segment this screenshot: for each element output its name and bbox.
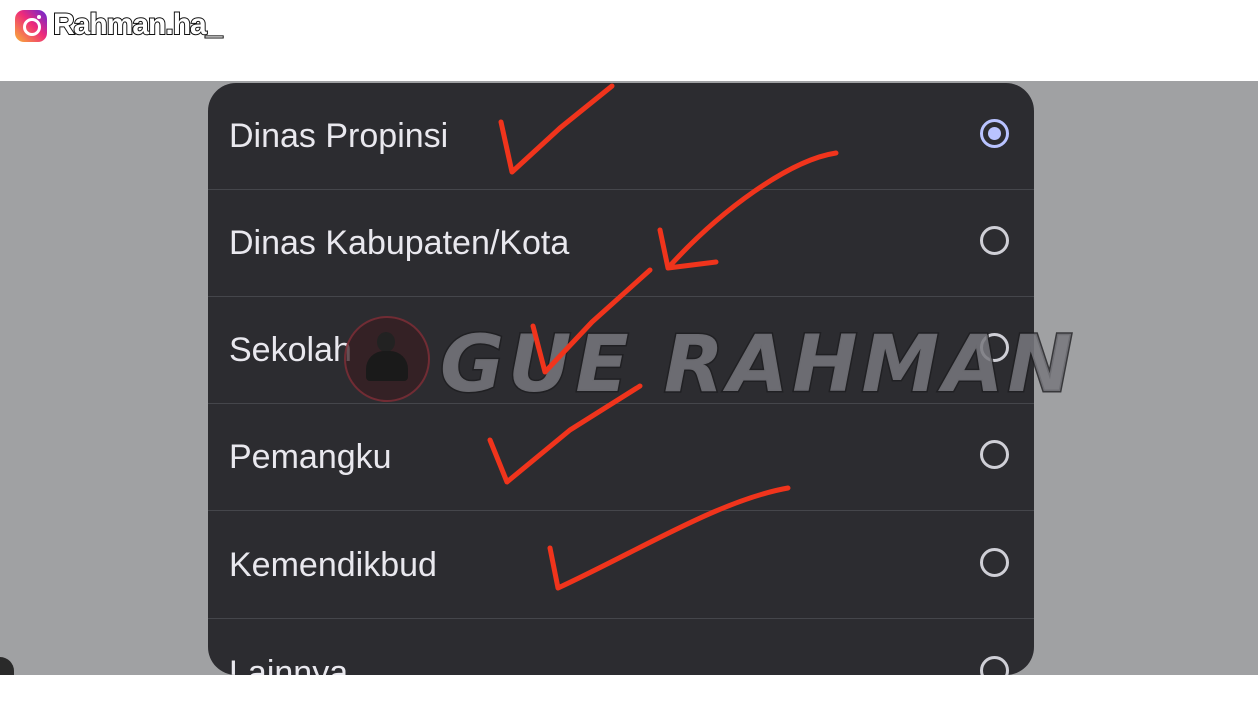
option-label: Lainnya bbox=[229, 654, 349, 675]
option-kemendikbud[interactable]: Kemendikbud bbox=[208, 512, 1034, 619]
radio-unselected-icon[interactable] bbox=[980, 548, 1009, 577]
option-sekolah[interactable]: Sekolah bbox=[208, 297, 1034, 404]
instagram-handle: Rahman.ha_ bbox=[52, 7, 223, 42]
bottom-blank-area bbox=[0, 675, 1258, 720]
option-dialog: Dinas Propinsi Dinas Kabupaten/Kota Seko… bbox=[208, 83, 1034, 675]
option-pemangku[interactable]: Pemangku bbox=[208, 404, 1034, 511]
top-bar: Rahman.ha_ bbox=[0, 0, 1258, 81]
option-label: Pemangku bbox=[229, 438, 392, 476]
option-label: Dinas Propinsi bbox=[229, 117, 449, 155]
radio-unselected-icon[interactable] bbox=[980, 440, 1009, 469]
option-label: Sekolah bbox=[229, 331, 352, 369]
option-dinas-propinsi[interactable]: Dinas Propinsi bbox=[208, 83, 1034, 190]
option-label: Kemendikbud bbox=[229, 546, 437, 584]
radio-selected-icon[interactable] bbox=[980, 119, 1009, 148]
option-dinas-kabupaten-kota[interactable]: Dinas Kabupaten/Kota bbox=[208, 190, 1034, 297]
radio-unselected-icon[interactable] bbox=[980, 226, 1009, 255]
option-lainnya[interactable]: Lainnya bbox=[208, 620, 1034, 675]
option-label: Dinas Kabupaten/Kota bbox=[229, 224, 570, 262]
instagram-icon bbox=[15, 10, 47, 42]
radio-unselected-icon[interactable] bbox=[980, 333, 1009, 362]
radio-unselected-icon[interactable] bbox=[980, 656, 1009, 675]
